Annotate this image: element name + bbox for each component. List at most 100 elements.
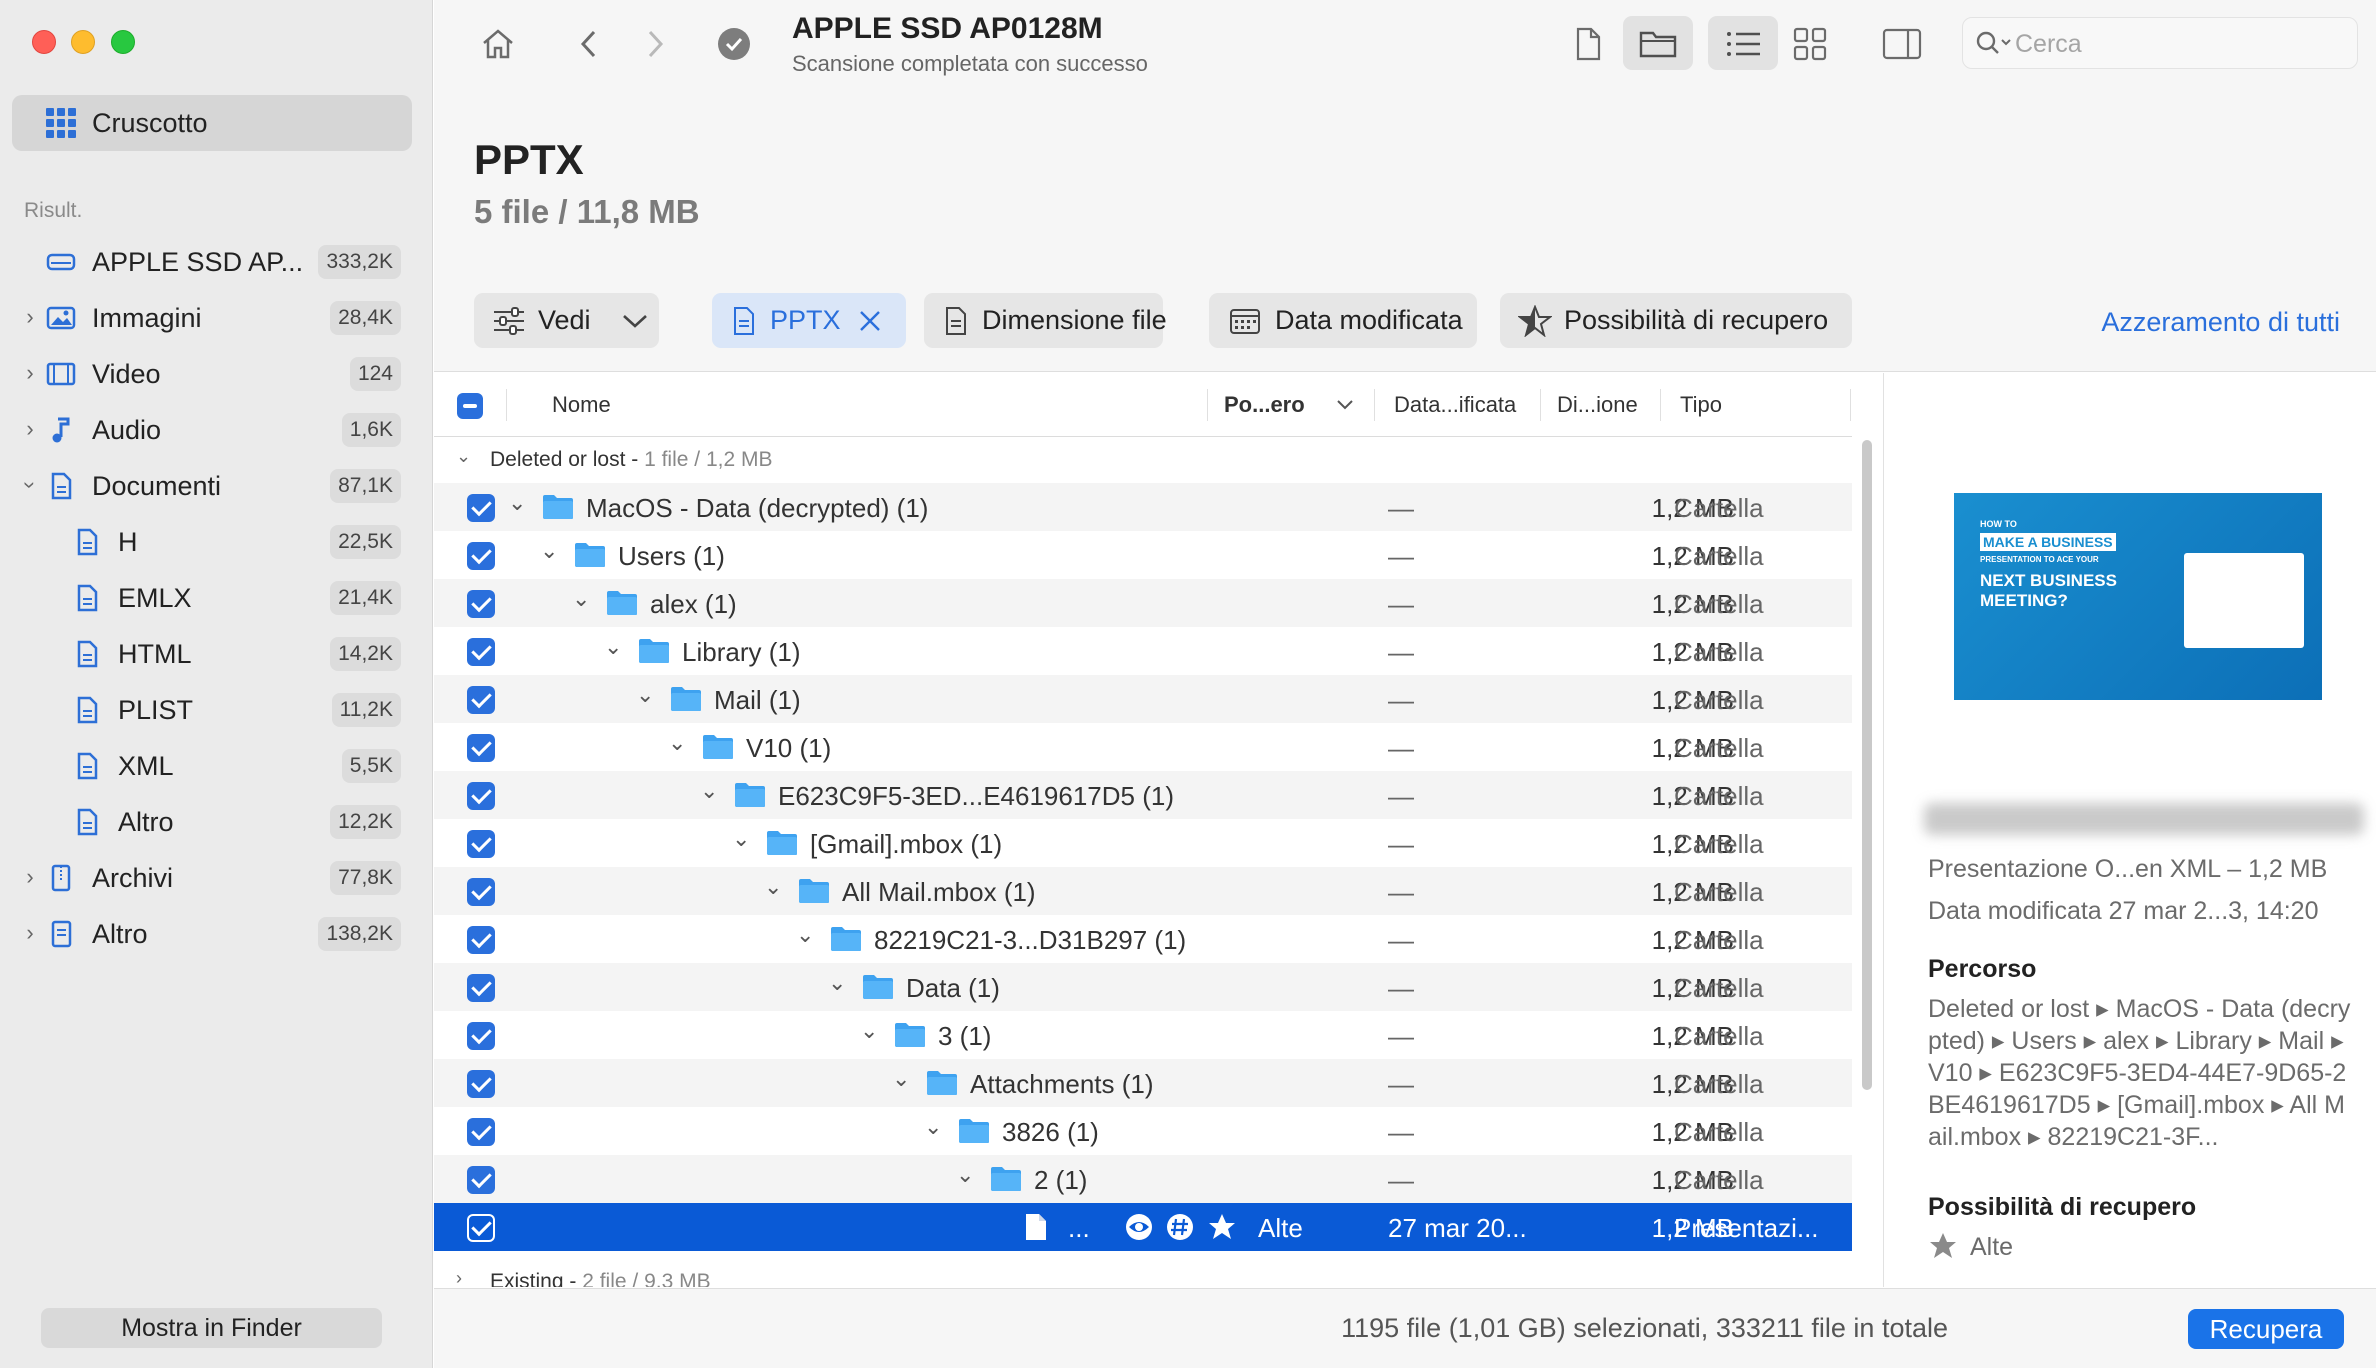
close-icon[interactable] bbox=[857, 308, 883, 334]
folder-icon[interactable] bbox=[1638, 28, 1678, 60]
sidebar-item-video[interactable]: › Video 124 bbox=[0, 351, 433, 397]
table-row[interactable]: ⌄ 3 (1) —1,2 MB Cartella bbox=[434, 1011, 1852, 1059]
table-row[interactable]: ⌄ All Mail.mbox (1) —1,2 MB Cartella bbox=[434, 867, 1852, 915]
row-checkbox[interactable] bbox=[467, 1214, 495, 1242]
row-checkbox[interactable] bbox=[467, 542, 495, 570]
sidebar-item-emlx[interactable]: EMLX 21,4K bbox=[0, 575, 433, 621]
chevron-down-icon[interactable]: ⌄ bbox=[668, 730, 686, 756]
sidebar-item-images[interactable]: › Immagini 28,4K bbox=[0, 295, 433, 341]
table-row-selected[interactable]: ... Alte 27 mar 20... 1,2 MB Presentazi... bbox=[434, 1203, 1852, 1251]
chevron-right-icon[interactable]: › bbox=[20, 305, 40, 329]
chevron-right-icon[interactable]: › bbox=[20, 417, 40, 441]
table-row[interactable]: ⌄ MacOS - Data (decrypted) (1) —1,2 MB Cart… bbox=[434, 483, 1852, 531]
row-checkbox[interactable] bbox=[467, 974, 495, 1002]
row-checkbox[interactable] bbox=[467, 830, 495, 858]
row-checkbox[interactable] bbox=[467, 494, 495, 522]
chevron-down-icon[interactable]: › bbox=[18, 475, 43, 495]
chevron-down-icon[interactable]: ⌄ bbox=[636, 682, 654, 708]
chevron-down-icon[interactable]: ⌄ bbox=[956, 1162, 974, 1188]
chevron-right-icon[interactable]: › bbox=[20, 921, 40, 945]
row-checkbox[interactable] bbox=[467, 782, 495, 810]
column-name[interactable]: Nome bbox=[552, 392, 611, 418]
sidebar-item-audio[interactable]: › Audio 1,6K bbox=[0, 407, 433, 453]
row-checkbox[interactable] bbox=[467, 878, 495, 906]
row-checkbox[interactable] bbox=[467, 1070, 495, 1098]
reset-all-link[interactable]: Azzeramento di tutti bbox=[2101, 307, 2340, 338]
sort-chevron-icon[interactable] bbox=[1336, 399, 1354, 411]
table-scrollbar[interactable] bbox=[1862, 440, 1872, 1090]
chevron-down-icon[interactable]: ⌄ bbox=[796, 922, 814, 948]
table-row[interactable]: ⌄ Mail (1) —1,2 MB Cartella bbox=[434, 675, 1852, 723]
chevron-down-icon[interactable]: ⌄ bbox=[572, 586, 590, 612]
hash-icon[interactable] bbox=[1166, 1213, 1194, 1241]
chevron-down-icon[interactable]: ⌄ bbox=[924, 1114, 942, 1140]
chevron-down-icon[interactable]: ⌄ bbox=[860, 1018, 878, 1044]
minimize-window-button[interactable] bbox=[71, 30, 95, 54]
show-in-finder-button[interactable]: Mostra in Finder bbox=[41, 1308, 382, 1348]
table-row[interactable]: ⌄ Attachments (1) —1,2 MB Cartella bbox=[434, 1059, 1852, 1107]
pptx-filter-chip[interactable]: PPTX bbox=[712, 293, 906, 348]
grid-view-icon[interactable] bbox=[1792, 26, 1828, 62]
chevron-down-icon[interactable]: ⌄ bbox=[892, 1066, 910, 1092]
list-icon[interactable] bbox=[1724, 28, 1764, 60]
table-row[interactable]: ⌄ E623C9F5-3ED...E4619617D5 (1) —1,2 MB Car… bbox=[434, 771, 1852, 819]
file-icon[interactable] bbox=[1572, 26, 1604, 62]
sidebar-item-documents[interactable]: › Documenti 87,1K bbox=[0, 463, 433, 509]
sidebar-item-xml[interactable]: XML 5,5K bbox=[0, 743, 433, 789]
chevron-right-icon[interactable]: › bbox=[456, 1268, 462, 1287]
chevron-right-icon[interactable]: › bbox=[20, 361, 40, 385]
sidebar-item-h[interactable]: H 22,5K bbox=[0, 519, 433, 565]
column-size[interactable]: Di...ione bbox=[1557, 392, 1638, 418]
chevron-down-icon[interactable]: ⌄ bbox=[604, 634, 622, 660]
file-size-filter[interactable]: Dimensione file bbox=[924, 293, 1167, 348]
sidebar-item-other[interactable]: › Altro 138,2K bbox=[0, 911, 433, 957]
table-row[interactable]: ⌄ 3826 (1) —1,2 MB Cartella bbox=[434, 1107, 1852, 1155]
sidebar-item-other-docs[interactable]: Altro 12,2K bbox=[0, 799, 433, 845]
table-row[interactable]: ⌄ [Gmail].mbox (1) —1,2 MB Cartella bbox=[434, 819, 1852, 867]
group-existing[interactable]: › Existing - 2 file / 9,3 MB bbox=[434, 1259, 1852, 1287]
chevron-down-icon[interactable]: ⌄ bbox=[764, 874, 782, 900]
sidebar-item-plist[interactable]: PLIST 11,2K bbox=[0, 687, 433, 733]
row-checkbox[interactable] bbox=[467, 926, 495, 954]
sidebar-item-archives[interactable]: › Archivi 77,8K bbox=[0, 855, 433, 901]
table-row[interactable]: ⌄ 2 (1) —1,2 MB Cartella bbox=[434, 1155, 1852, 1203]
chevron-down-icon[interactable]: ⌄ bbox=[540, 538, 558, 564]
back-arrow-icon[interactable] bbox=[574, 26, 604, 62]
column-type[interactable]: Tipo bbox=[1680, 392, 1722, 418]
chevron-right-icon[interactable]: › bbox=[20, 865, 40, 889]
table-row[interactable]: ⌄ alex (1) —1,2 MB Cartella bbox=[434, 579, 1852, 627]
row-checkbox[interactable] bbox=[467, 1118, 495, 1146]
table-row[interactable]: ⌄ Data (1) —1,2 MB Cartella bbox=[434, 963, 1852, 1011]
group-deleted-or-lost[interactable]: ⌄ Deleted or lost - 1 file / 1,2 MB bbox=[434, 437, 1852, 483]
table-row[interactable]: ⌄ 82219C21-3...D31B297 (1) —1,2 MB Cartella bbox=[434, 915, 1852, 963]
row-checkbox[interactable] bbox=[467, 1022, 495, 1050]
eye-icon[interactable] bbox=[1124, 1213, 1154, 1241]
recovery-chance-filter[interactable]: Possibilità di recupero bbox=[1500, 293, 1852, 348]
table-row[interactable]: ⌄ Library (1) —1,2 MB Cartella bbox=[434, 627, 1852, 675]
forward-arrow-icon[interactable] bbox=[640, 26, 670, 62]
recover-button[interactable]: Recupera bbox=[2188, 1309, 2344, 1349]
chevron-down-icon[interactable]: ⌄ bbox=[828, 970, 846, 996]
row-checkbox[interactable] bbox=[467, 638, 495, 666]
chevron-down-icon[interactable]: ⌄ bbox=[732, 826, 750, 852]
sidebar-toggle-icon[interactable] bbox=[1882, 27, 1922, 61]
chevron-down-icon[interactable]: ⌄ bbox=[456, 446, 471, 467]
zoom-window-button[interactable] bbox=[111, 30, 135, 54]
chevron-down-icon[interactable]: ⌄ bbox=[700, 778, 718, 804]
column-recovery[interactable]: Po...ero bbox=[1224, 392, 1305, 418]
view-dropdown[interactable]: Vedi bbox=[474, 293, 659, 348]
row-checkbox[interactable] bbox=[467, 1166, 495, 1194]
sidebar-item-drive[interactable]: APPLE SSD AP... 333,2K bbox=[0, 239, 433, 285]
row-checkbox[interactable] bbox=[467, 734, 495, 762]
chevron-down-icon[interactable]: ⌄ bbox=[508, 490, 526, 516]
date-modified-filter[interactable]: Data modificata bbox=[1209, 293, 1477, 348]
sidebar-item-dashboard[interactable]: Cruscotto bbox=[12, 95, 412, 151]
sidebar-item-html[interactable]: HTML 14,2K bbox=[0, 631, 433, 677]
search-input[interactable]: Cerca bbox=[1962, 17, 2358, 69]
home-icon[interactable] bbox=[478, 24, 518, 64]
close-window-button[interactable] bbox=[32, 30, 56, 54]
table-row[interactable]: ⌄ Users (1) —1,2 MB Cartella bbox=[434, 531, 1852, 579]
row-checkbox[interactable] bbox=[467, 590, 495, 618]
select-all-checkbox[interactable] bbox=[457, 393, 483, 419]
table-row[interactable]: ⌄ V10 (1) —1,2 MB Cartella bbox=[434, 723, 1852, 771]
